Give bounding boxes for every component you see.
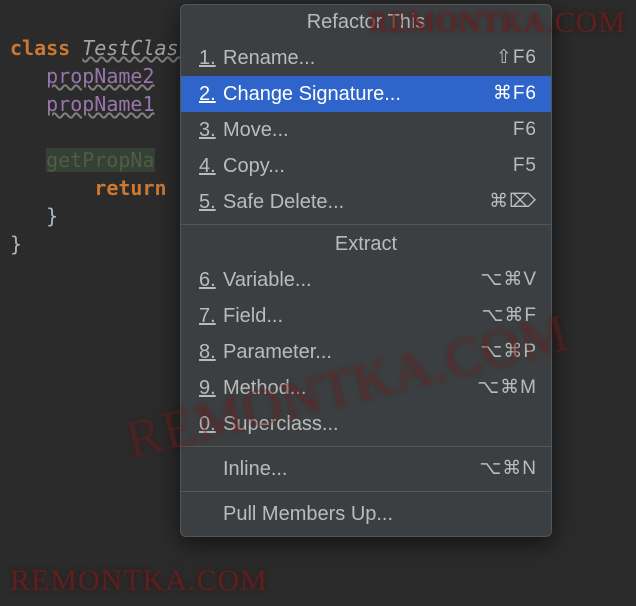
menu-item-number: 6.: [199, 266, 221, 294]
menu-item-label: Copy...: [221, 152, 513, 180]
keyword-return: return: [94, 176, 166, 200]
menu-item-inline[interactable]: Inline... ⌥⌘N: [181, 451, 551, 487]
popup-title: Refactor This: [181, 5, 551, 40]
menu-item-label: Move...: [221, 116, 513, 144]
menu-item-pull-members-up[interactable]: Pull Members Up...: [181, 496, 551, 532]
menu-item-shortcut: ⌥⌘V: [480, 266, 537, 294]
menu-item-shortcut: ⌥⌘N: [479, 455, 537, 483]
menu-item-label: Pull Members Up...: [221, 500, 537, 528]
menu-item-move[interactable]: 3. Move... F6: [181, 112, 551, 148]
menu-item-number: 9.: [199, 374, 221, 402]
menu-item-label: Superclass...: [221, 410, 537, 438]
prop-name-1: propName1: [46, 92, 154, 116]
menu-item-safe-delete[interactable]: 5. Safe Delete... ⌘⌦: [181, 184, 551, 220]
menu-item-superclass[interactable]: 0. Superclass...: [181, 406, 551, 442]
menu-item-copy[interactable]: 4. Copy... F5: [181, 148, 551, 184]
menu-item-number: 3.: [199, 116, 221, 144]
menu-item-label: Change Signature...: [221, 80, 493, 108]
menu-item-label: Variable...: [221, 266, 480, 294]
menu-item-shortcut: ⌥⌘F: [481, 302, 537, 330]
brace-close-inner: }: [46, 204, 58, 228]
menu-item-label: Safe Delete...: [221, 188, 489, 216]
menu-item-number: 2.: [199, 80, 221, 108]
menu-item-label: Field...: [221, 302, 481, 330]
popup-separator: [181, 446, 551, 447]
menu-item-method[interactable]: 9. Method... ⌥⌘M: [181, 370, 551, 406]
brace-close-outer: }: [10, 232, 22, 256]
menu-item-shortcut: ⌥⌘P: [480, 338, 537, 366]
menu-item-shortcut: ⇧F6: [496, 44, 537, 72]
popup-separator: [181, 491, 551, 492]
popup-section-extract: Extract: [181, 224, 551, 262]
menu-item-shortcut: ⌘F6: [493, 80, 537, 108]
menu-item-number: 1.: [199, 44, 221, 72]
prop-name-2: propName2: [46, 64, 154, 88]
menu-item-number: 4.: [199, 152, 221, 180]
menu-item-variable[interactable]: 6. Variable... ⌥⌘V: [181, 262, 551, 298]
menu-item-number: 8.: [199, 338, 221, 366]
menu-item-rename[interactable]: 1. Rename... ⇧F6: [181, 40, 551, 76]
menu-item-label: Rename...: [221, 44, 496, 72]
menu-item-label: Method...: [221, 374, 477, 402]
menu-item-number: 5.: [199, 188, 221, 216]
menu-item-label: Parameter...: [221, 338, 480, 366]
menu-item-shortcut: F5: [513, 152, 537, 180]
menu-item-change-signature[interactable]: 2. Change Signature... ⌘F6: [181, 76, 551, 112]
menu-item-parameter[interactable]: 8. Parameter... ⌥⌘P: [181, 334, 551, 370]
keyword-class: class: [10, 36, 70, 60]
class-name: TestClass: [82, 36, 190, 60]
menu-item-shortcut: F6: [513, 116, 537, 144]
menu-item-number: 7.: [199, 302, 221, 330]
refactor-popup: Refactor This 1. Rename... ⇧F6 2. Change…: [180, 4, 552, 537]
menu-item-shortcut: ⌥⌘M: [477, 374, 537, 402]
menu-item-field[interactable]: 7. Field... ⌥⌘F: [181, 298, 551, 334]
method-name: getPropNa: [46, 148, 154, 172]
menu-item-shortcut: ⌘⌦: [489, 188, 537, 216]
menu-item-number: 0.: [199, 410, 221, 438]
menu-item-label: Inline...: [221, 455, 479, 483]
